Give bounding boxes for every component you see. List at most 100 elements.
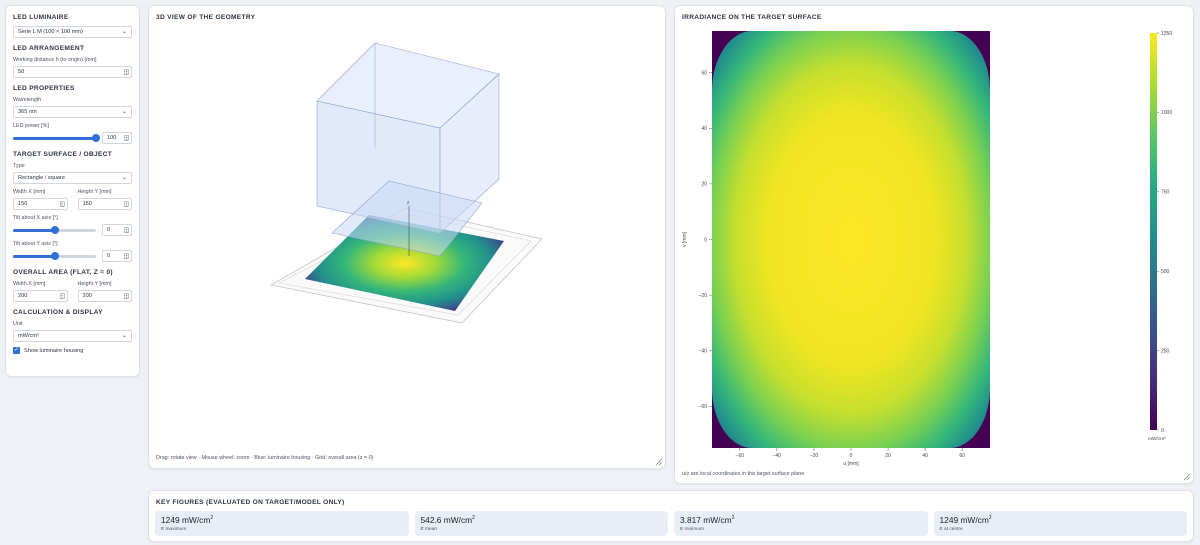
section-arrangement-title: LED arrangement bbox=[13, 45, 85, 52]
tilt-y-value: 0 bbox=[107, 253, 111, 259]
wavelength-select[interactable]: 365 nm ⌄ bbox=[13, 106, 132, 118]
overall-width-value: 200 bbox=[18, 293, 28, 299]
colorbar-tick-label: 0 bbox=[1161, 428, 1164, 434]
colorbar-tick-label: 500 bbox=[1161, 269, 1170, 275]
colorbar-tick-label: 1250 bbox=[1161, 31, 1172, 37]
x-tick-label: −20 bbox=[810, 453, 819, 459]
key-card-maximum: 1249 mW/cm2 E maximum bbox=[155, 511, 409, 536]
key-value-sup: 2 bbox=[988, 515, 992, 522]
key-card-minimum: 3.817 mW/cm2 E minimum bbox=[674, 511, 928, 536]
section-calc-title: Calculation & display bbox=[13, 309, 103, 316]
working-distance-input[interactable]: 50 ▴ ▾ bbox=[13, 66, 132, 78]
housing-checkbox[interactable]: ✓ bbox=[13, 347, 20, 354]
spinner-icon[interactable]: ▴ ▾ bbox=[59, 201, 65, 207]
view-3d-canvas[interactable]: z bbox=[149, 6, 667, 470]
tilt-x-slider[interactable] bbox=[13, 225, 96, 234]
target-height-value: 150 bbox=[82, 201, 92, 207]
section-luminaire-title: LED luminaire bbox=[13, 14, 69, 21]
target-height-label: Height Y [mm] bbox=[77, 189, 112, 195]
wavelength-value: 365 nm bbox=[18, 109, 37, 115]
target-width-input[interactable]: 150 ▴ ▾ bbox=[13, 198, 68, 210]
unit-label: Unit bbox=[13, 321, 23, 327]
view-3d-note: Drag: rotate view · Mouse wheel: zoom · … bbox=[156, 455, 374, 461]
target-type-value: Rectangle / square bbox=[18, 175, 65, 181]
chevron-down-icon: ⌄ bbox=[121, 109, 127, 115]
tilt-x-value: 0 bbox=[107, 227, 111, 233]
tilt-y-slider-fill bbox=[13, 254, 55, 258]
spinner-icon[interactable]: ▴ ▾ bbox=[59, 293, 65, 299]
led-power-slider[interactable] bbox=[13, 133, 100, 142]
luminaire-select[interactable]: Serie L M (100 × 100 mm) ⌄ bbox=[13, 26, 132, 38]
tilt-x-slider-thumb[interactable] bbox=[50, 225, 59, 234]
y-axis-label: v [mm] bbox=[682, 231, 688, 247]
spinner-icon[interactable]: ▴ ▾ bbox=[124, 135, 129, 141]
x-tick-label: 20 bbox=[885, 453, 891, 459]
colorbar-tick-label: 250 bbox=[1161, 348, 1170, 354]
overall-width-label: Width X [mm] bbox=[13, 281, 46, 287]
irradiance-heatmap[interactable]: −60 −40 −20 0 20 40 60 60 40 20 0 −20 −40 −60 u [mm] v … bbox=[675, 6, 1195, 485]
target-type-select[interactable]: Rectangle / square ⌄ bbox=[13, 172, 132, 184]
led-power-label: LED power [%] bbox=[13, 123, 49, 129]
key-label: E mean bbox=[420, 527, 438, 532]
tilt-x-slider-fill bbox=[13, 228, 55, 232]
spinner-icon[interactable]: ▴ ▾ bbox=[124, 201, 129, 207]
section-target-title: Target surface / object bbox=[13, 151, 113, 158]
key-label: E maximum bbox=[161, 527, 187, 532]
key-value-sup: 2 bbox=[210, 515, 214, 522]
heatmap-field bbox=[712, 31, 990, 448]
key-figures-title: Key figures (evaluated on target/model o… bbox=[156, 499, 345, 506]
key-value-sup: 2 bbox=[472, 515, 475, 522]
x-tick-label: 40 bbox=[922, 453, 928, 459]
working-distance-label: Working distance h (to origin) [mm] bbox=[13, 57, 97, 63]
chevron-down-icon: ⌄ bbox=[121, 175, 127, 181]
tilt-y-input[interactable]: 0 ▴ ▾ bbox=[102, 250, 132, 262]
wavelength-label: Wavelength bbox=[13, 97, 42, 103]
y-tick-label: −20 bbox=[699, 293, 708, 299]
y-tick-label: −40 bbox=[699, 349, 708, 355]
luminaire-select-value: Serie L M (100 × 100 mm) bbox=[18, 29, 83, 35]
unit-select[interactable]: mW/cm² ⌄ bbox=[13, 330, 132, 342]
target-height-input[interactable]: 150 ▴ ▾ bbox=[77, 198, 132, 210]
overall-height-input[interactable]: 200 ▴ ▾ bbox=[77, 290, 132, 302]
colorbar bbox=[1150, 33, 1157, 430]
key-value: 1249 mW/cm bbox=[161, 515, 211, 525]
spinner-icon[interactable]: ▴ ▾ bbox=[124, 69, 129, 75]
tilt-y-slider[interactable] bbox=[13, 251, 96, 260]
led-power-input[interactable]: 100 ▴ ▾ bbox=[102, 132, 132, 144]
target-width-value: 150 bbox=[18, 201, 28, 207]
key-value: 542.6 mW/cm bbox=[420, 515, 473, 525]
spinner-icon[interactable]: ▴ ▾ bbox=[124, 253, 129, 259]
key-label: E at centre bbox=[939, 527, 963, 532]
section-overall-title: Overall area (flat, Z = 0) bbox=[13, 269, 113, 276]
key-label: E minimum bbox=[680, 527, 704, 532]
y-tick-label: 20 bbox=[701, 182, 707, 188]
x-tick-label: 0 bbox=[850, 453, 853, 459]
target-width-label: Width X [mm] bbox=[13, 189, 46, 195]
spinner-icon[interactable]: ▴ ▾ bbox=[124, 293, 129, 299]
led-power-slider-fill bbox=[13, 136, 96, 140]
working-distance-value: 50 bbox=[18, 69, 25, 75]
overall-height-label: Height Y [mm] bbox=[77, 281, 112, 287]
target-type-label: Type bbox=[13, 163, 25, 169]
y-tick-label: 60 bbox=[701, 71, 707, 77]
unit-value: mW/cm² bbox=[18, 333, 39, 339]
spinner-icon[interactable]: ▴ ▾ bbox=[124, 227, 129, 233]
key-value: 3.817 mW/cm bbox=[680, 515, 732, 525]
led-power-value: 100 bbox=[107, 135, 117, 141]
chevron-down-icon: ⌄ bbox=[121, 29, 127, 35]
tilt-x-label: Tilt about X axis [°] bbox=[13, 215, 58, 221]
resize-handle-icon[interactable] bbox=[655, 458, 663, 466]
view-3d-panel: 3D view of the geometry z Drag: rotate v… bbox=[148, 5, 666, 469]
resize-handle-icon[interactable] bbox=[1183, 473, 1191, 481]
tilt-x-input[interactable]: 0 ▴ ▾ bbox=[102, 224, 132, 236]
x-tick-label: 60 bbox=[959, 453, 965, 459]
key-value-sup: 2 bbox=[731, 515, 735, 522]
colorbar-tick-label: 750 bbox=[1161, 190, 1170, 196]
overall-width-input[interactable]: 200 ▴ ▾ bbox=[13, 290, 68, 302]
key-card-centre: 1249 mW/cm2 E at centre bbox=[933, 511, 1187, 536]
tilt-y-slider-thumb[interactable] bbox=[50, 251, 59, 260]
control-panel: LED luminaire Serie L M (100 × 100 mm) ⌄… bbox=[5, 5, 140, 377]
led-power-slider-thumb[interactable] bbox=[92, 133, 100, 142]
irradiance-note: u/v are local coordinates in the target … bbox=[682, 471, 805, 477]
x-axis-label: u [mm] bbox=[843, 461, 859, 467]
